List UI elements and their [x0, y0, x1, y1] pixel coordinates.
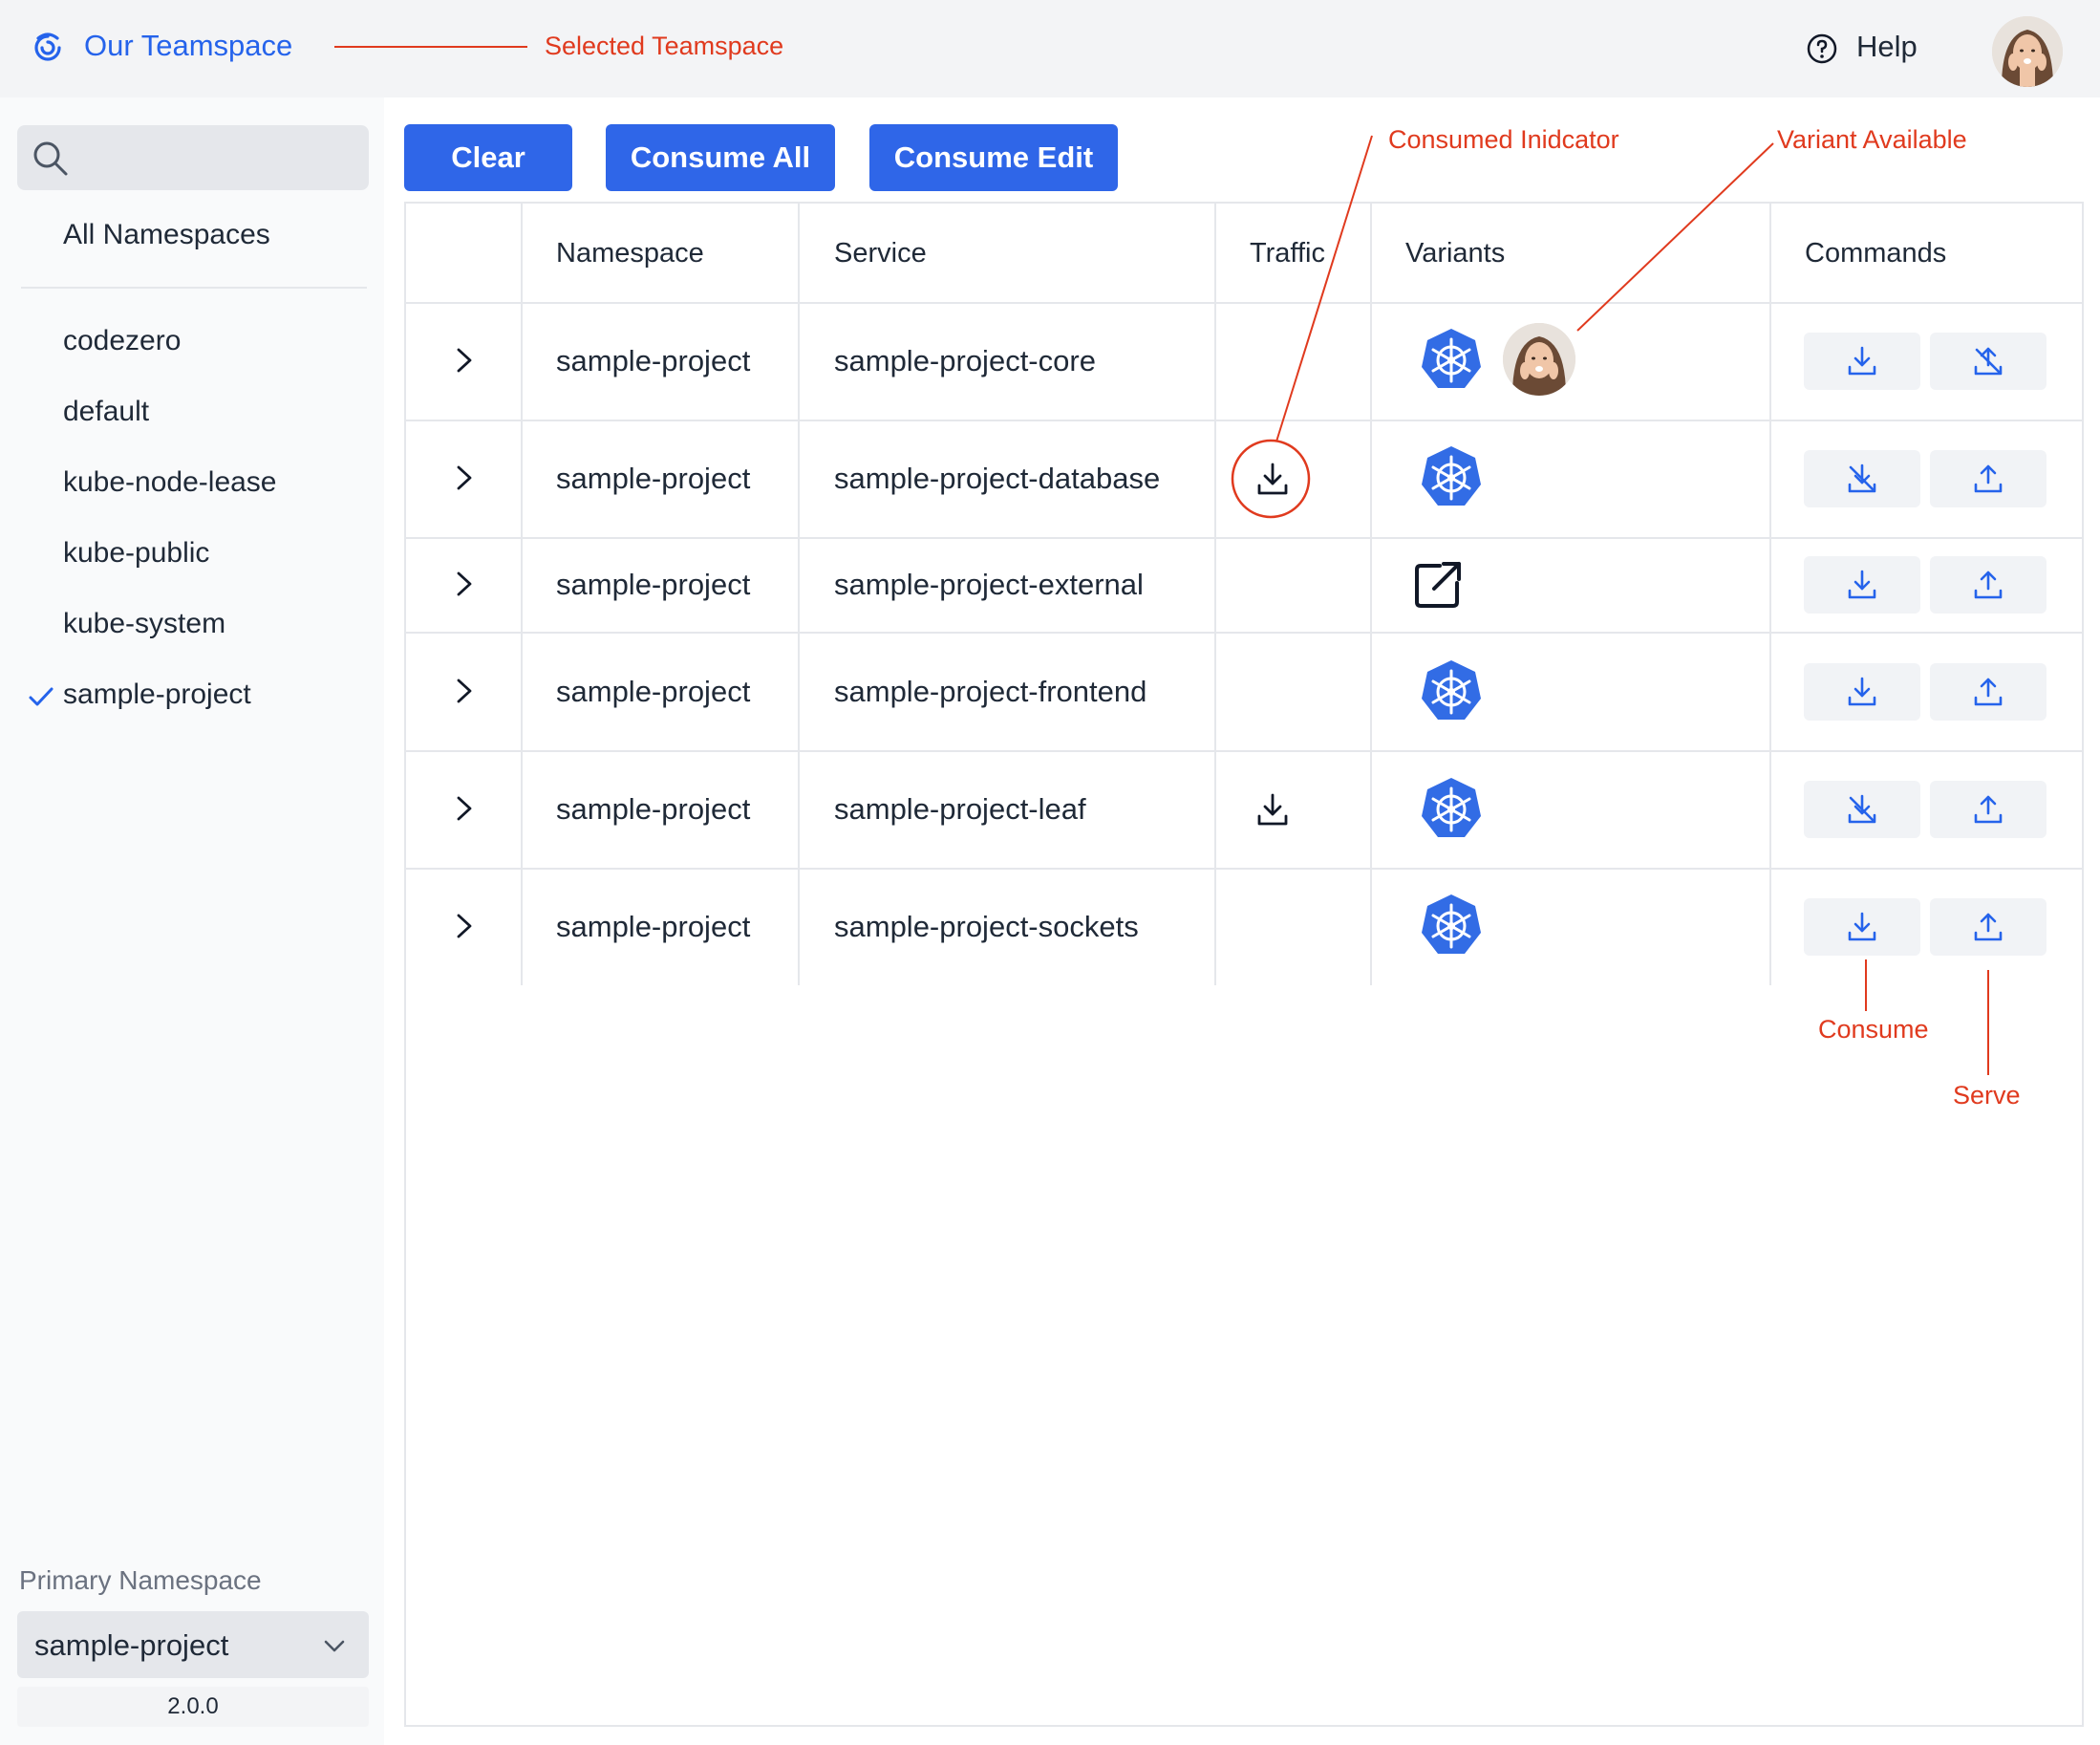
serve-icon [1974, 571, 2003, 599]
consume-button[interactable] [1804, 898, 1920, 956]
consume-icon [1848, 912, 1876, 941]
sidebar-item-codezero[interactable]: codezero [63, 325, 181, 357]
consume-icon [1848, 677, 1876, 706]
service-cell: sample-project-external [834, 568, 1144, 601]
annotation-consume: Consume [1818, 1015, 1929, 1044]
kubernetes-icon[interactable] [1419, 893, 1484, 958]
annotation-selected-teamspace: Selected Teamspace [545, 32, 784, 60]
serve-disabled-icon [1974, 347, 2003, 376]
annotation-serve: Serve [1953, 1081, 2021, 1109]
serve-button[interactable] [1930, 898, 2046, 956]
version-label: 2.0.0 [17, 1687, 369, 1727]
kubernetes-icon[interactable] [1419, 444, 1484, 509]
header-commands[interactable]: Commands [1805, 238, 1946, 269]
header-namespace[interactable]: Namespace [556, 238, 704, 269]
namespace-cell: sample-project [556, 344, 751, 377]
serve-button[interactable] [1930, 663, 2046, 721]
annotation-variant-available: Variant Available [1777, 125, 1967, 154]
header-traffic[interactable]: Traffic [1250, 238, 1325, 269]
top-bar: Our Teamspace Help [0, 0, 2100, 97]
table-row[interactable]: sample-project sample-project-database [406, 421, 2082, 537]
consume-button[interactable] [1804, 781, 1920, 838]
sidebar-item-kube-system[interactable]: kube-system [63, 608, 225, 640]
primary-namespace-value: sample-project [34, 1628, 229, 1662]
chevron-right-icon[interactable] [452, 794, 477, 823]
serve-button[interactable] [1930, 333, 2046, 390]
annotation-consumed-indicator: Consumed Inidcator [1388, 125, 1619, 154]
help-link[interactable]: Help [1856, 30, 1918, 64]
serve-button[interactable] [1930, 556, 2046, 614]
serve-icon [1974, 464, 2003, 493]
namespace-cell: sample-project [556, 462, 751, 495]
service-cell: sample-project-core [834, 344, 1096, 377]
sidebar-item-kube-node-lease[interactable]: kube-node-lease [63, 466, 277, 499]
sidebar-item-all-namespaces[interactable]: All Namespaces [63, 219, 270, 251]
question-circle-icon[interactable] [1806, 32, 1838, 65]
user-avatar[interactable] [1992, 16, 2063, 87]
table-row[interactable]: sample-project sample-project-frontend [406, 634, 2082, 750]
teamspace-name[interactable]: Our Teamspace [84, 29, 292, 63]
consume-button[interactable] [1804, 663, 1920, 721]
header-variants[interactable]: Variants [1405, 238, 1505, 269]
table-row[interactable]: sample-project sample-project-sockets [406, 870, 2082, 985]
consumed-indicator-icon [1257, 463, 1288, 495]
table-row[interactable]: sample-project sample-project-leaf [406, 752, 2082, 868]
namespace-cell: sample-project [556, 675, 751, 708]
header-service[interactable]: Service [834, 238, 927, 269]
service-cell: sample-project-frontend [834, 675, 1147, 708]
chevron-right-icon[interactable] [452, 346, 477, 375]
table-row[interactable]: sample-project sample-project-core [406, 304, 2082, 420]
consume-button[interactable] [1804, 450, 1920, 507]
consume-disabled-icon [1848, 463, 1876, 493]
teamspace-logo-icon [34, 32, 61, 61]
services-table: Namespace Service Traffic Variants Comma… [404, 202, 2084, 1727]
search-input[interactable] [17, 125, 369, 190]
kubernetes-icon[interactable] [1419, 776, 1484, 841]
consume-edit-button[interactable]: Consume Edit [869, 124, 1118, 191]
chevron-right-icon[interactable] [452, 463, 477, 492]
sidebar-item-kube-public[interactable]: kube-public [63, 537, 209, 570]
table-row[interactable]: sample-project sample-project-external [406, 539, 2082, 632]
serve-button[interactable] [1930, 450, 2046, 507]
kubernetes-icon[interactable] [1419, 658, 1484, 723]
sidebar: All Namespaces codezero default kube-nod… [0, 97, 384, 1745]
service-cell: sample-project-database [834, 462, 1161, 495]
namespace-cell: sample-project [556, 792, 751, 826]
serve-button[interactable] [1930, 781, 2046, 838]
sidebar-item-sample-project[interactable]: sample-project [63, 679, 251, 711]
consume-disabled-icon [1848, 794, 1876, 824]
namespace-cell: sample-project [556, 910, 751, 943]
namespace-cell: sample-project [556, 568, 751, 601]
check-icon [29, 687, 54, 706]
consume-icon [1848, 570, 1876, 599]
consume-all-button[interactable]: Consume All [606, 124, 835, 191]
sidebar-divider [21, 287, 367, 289]
chevron-right-icon[interactable] [452, 570, 477, 598]
serve-icon [1974, 913, 2003, 941]
chevron-down-icon [324, 1640, 345, 1652]
service-cell: sample-project-sockets [834, 910, 1139, 943]
chevron-right-icon[interactable] [452, 912, 477, 940]
serve-icon [1974, 678, 2003, 706]
serve-icon [1974, 795, 2003, 824]
search-icon [33, 141, 68, 176]
variant-user-avatar[interactable] [1503, 323, 1575, 396]
consume-icon [1848, 346, 1876, 376]
kubernetes-icon[interactable] [1419, 327, 1484, 392]
service-cell: sample-project-leaf [834, 792, 1086, 826]
consumed-indicator-icon [1257, 793, 1288, 826]
external-link-icon[interactable] [1411, 558, 1465, 612]
sidebar-item-default[interactable]: default [63, 396, 149, 428]
consume-button[interactable] [1804, 333, 1920, 390]
clear-button[interactable]: Clear [404, 124, 572, 191]
chevron-right-icon[interactable] [452, 677, 477, 705]
primary-namespace-label: Primary Namespace [19, 1565, 262, 1595]
primary-namespace-select[interactable]: sample-project [17, 1611, 369, 1678]
consume-button[interactable] [1804, 556, 1920, 614]
